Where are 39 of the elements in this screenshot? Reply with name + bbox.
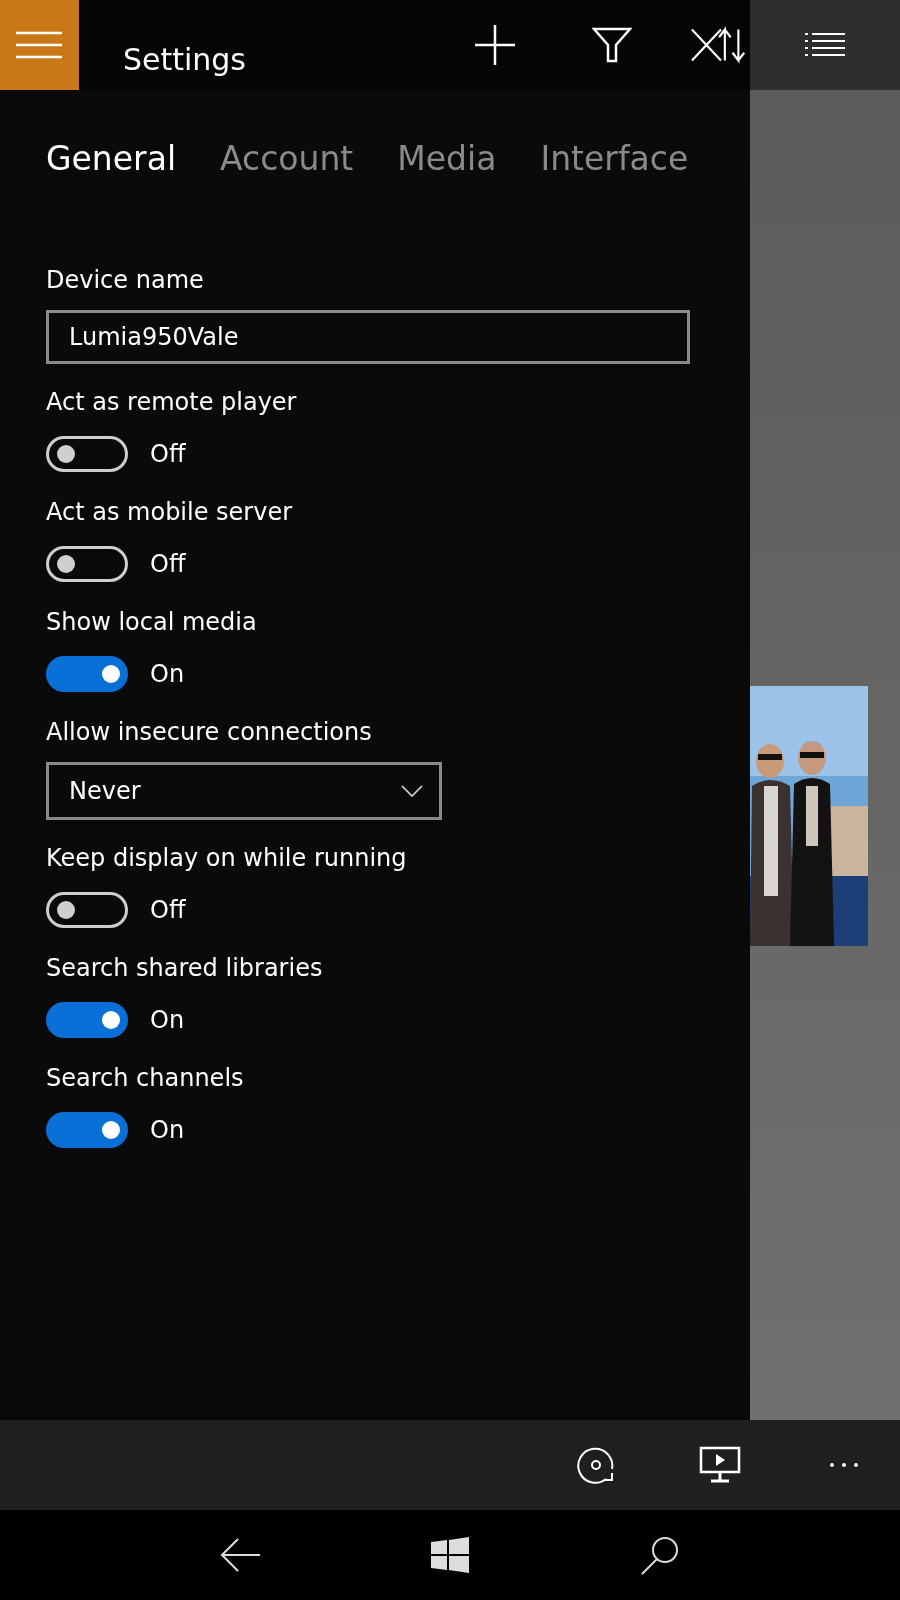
settings-tab[interactable]: Account (220, 138, 354, 178)
setting-label: Keep display on while running (46, 843, 408, 874)
monitor-play-icon (699, 1446, 741, 1484)
page-title: Settings (122, 41, 247, 77)
toggle-state: On (150, 1116, 185, 1144)
settings-tab[interactable]: Media (397, 138, 497, 178)
setting-label: Device name (46, 265, 205, 296)
device-name-field[interactable]: Lumia950Vale (46, 310, 690, 364)
chevron-down-icon (401, 785, 423, 797)
back-arrow-icon (220, 1538, 260, 1572)
setting-label: Act as mobile server (46, 497, 294, 528)
toggle-switch[interactable] (46, 1002, 128, 1038)
filter-icon (591, 27, 632, 63)
search-icon (640, 1535, 680, 1575)
setting-label: Search channels (46, 1063, 245, 1094)
windows-logo-icon (431, 1537, 469, 1573)
toggle-state: On (150, 660, 185, 688)
toggle-switch[interactable] (46, 1112, 128, 1148)
list-icon (805, 32, 845, 58)
add-icon (475, 25, 516, 65)
setting-label: Act as remote player (46, 387, 298, 418)
toggle-state: On (150, 1006, 185, 1034)
toggle-switch[interactable] (46, 892, 128, 928)
settings-tab[interactable]: General (46, 138, 177, 178)
dropdown[interactable]: Never (46, 762, 442, 820)
settings-tab[interactable]: Interface (540, 138, 689, 178)
setting-label: Search shared libraries (46, 953, 324, 984)
toggle-state: Off (150, 550, 186, 578)
toggle-switch[interactable] (46, 656, 128, 692)
menu-button[interactable] (0, 0, 79, 90)
toggle-switch[interactable] (46, 546, 128, 582)
toggle-state: Off (150, 440, 186, 468)
menu-icon (16, 31, 63, 59)
toggle-switch[interactable] (46, 436, 128, 472)
setting-label: Show local media (46, 607, 258, 638)
disc-icon (576, 1445, 616, 1485)
setting-label: Allow insecure connections (46, 717, 373, 748)
more-icon (829, 1462, 859, 1468)
toggle-state: Off (150, 896, 186, 924)
